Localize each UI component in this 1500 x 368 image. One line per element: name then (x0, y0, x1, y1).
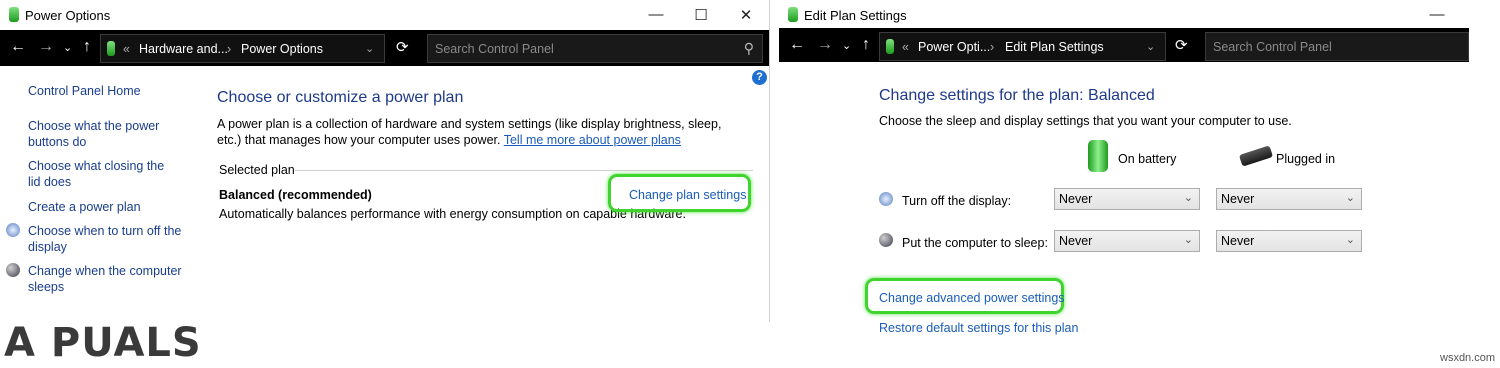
sleep-moon-icon (879, 233, 893, 247)
back-arrow-icon[interactable]: ← (10, 38, 26, 56)
battery-icon (9, 7, 19, 22)
crumb-sep: › (990, 40, 995, 54)
refresh-icon[interactable]: ⟳ (396, 38, 409, 56)
address-bar: ← → ⌄ ↑ « Power Opti... › Edit Plan Sett… (779, 28, 1469, 62)
minimize-icon[interactable]: — (1427, 6, 1447, 23)
crumb-hardware[interactable]: Hardware and... (139, 42, 228, 56)
crumb-sep: › (227, 42, 232, 56)
sidebar-control-panel-home[interactable]: Control Panel Home (28, 83, 188, 99)
title-bar: Power Options — ☐ ✕ (0, 0, 769, 30)
plan-description: A power plan is a collection of hardware… (217, 116, 747, 148)
display-battery-select[interactable]: Never ⌄ (1054, 188, 1200, 210)
display-plugged-select[interactable]: Never ⌄ (1216, 188, 1362, 210)
select-value: Never (1221, 192, 1255, 206)
select-value: Never (1059, 234, 1093, 248)
on-battery-label: On battery (1118, 152, 1177, 166)
appuals-logo: A PUALS (4, 320, 202, 366)
edit-plan-settings-window: Edit Plan Settings — ← → ⌄ ↑ « Power Opt… (779, 0, 1469, 368)
selected-plan-label: Selected plan (219, 163, 295, 177)
search-placeholder: Search Control Panel (1213, 40, 1332, 54)
chevron-down-icon: ⌄ (1345, 234, 1355, 246)
search-input[interactable]: Search Control Panel (1205, 32, 1469, 61)
recent-chevron-icon[interactable]: ⌄ (63, 41, 72, 54)
window-title: Power Options (25, 8, 111, 23)
select-value: Never (1059, 192, 1093, 206)
page-title: Choose or customize a power plan (217, 89, 464, 106)
crumb-edit-plan[interactable]: Edit Plan Settings (1005, 40, 1104, 54)
window-title: Edit Plan Settings (804, 8, 907, 23)
crumb-power-options[interactable]: Power Opti... (918, 40, 990, 54)
search-icon[interactable]: ⚲ (744, 40, 754, 57)
sidebar-power-buttons[interactable]: Choose what the power buttons do (28, 118, 168, 150)
battery-icon (788, 7, 798, 22)
battery-icon (1088, 140, 1108, 172)
sidebar-create-plan[interactable]: Create a power plan (28, 199, 188, 215)
sidebar-turn-off-display[interactable]: Choose when to turn off the display (28, 223, 183, 255)
forward-arrow-icon[interactable]: → (38, 38, 54, 56)
display-icon (6, 223, 20, 237)
help-icon[interactable]: ? (752, 70, 767, 85)
crumb-sep: « (123, 42, 130, 56)
display-icon (879, 192, 893, 206)
chevron-down-icon: ⌄ (1345, 192, 1355, 204)
address-bar: ← → ⌄ ↑ « Hardware and... › Power Option… (0, 30, 769, 66)
sleep-moon-icon (6, 263, 20, 277)
up-arrow-icon[interactable]: ↑ (83, 38, 91, 56)
divider (295, 170, 753, 171)
change-plan-settings-link[interactable]: Change plan settings (629, 187, 746, 203)
chevron-down-icon: ⌄ (1183, 234, 1193, 246)
chevron-down-icon[interactable]: ⌄ (365, 42, 374, 55)
up-arrow-icon[interactable]: ↑ (862, 36, 870, 54)
search-input[interactable]: Search Control Panel ⚲ (427, 34, 763, 63)
battery-icon (107, 41, 115, 56)
watermark: wsxdn.com (1440, 352, 1496, 364)
plug-icon (1238, 145, 1274, 167)
plan-name: Balanced (recommended) (219, 188, 372, 202)
minimize-icon[interactable]: — (646, 6, 666, 23)
crumb-sep: « (902, 40, 909, 54)
subheading: Choose the sleep and display settings th… (879, 114, 1292, 128)
back-arrow-icon[interactable]: ← (789, 36, 805, 54)
tell-me-more-link[interactable]: Tell me more about power plans (504, 133, 681, 147)
refresh-icon[interactable]: ⟳ (1175, 36, 1188, 54)
sleep-label: Put the computer to sleep: (902, 236, 1048, 250)
sleep-plugged-select[interactable]: Never ⌄ (1216, 230, 1362, 252)
sleep-battery-select[interactable]: Never ⌄ (1054, 230, 1200, 252)
close-icon[interactable]: ✕ (736, 6, 756, 24)
power-options-window: Power Options — ☐ ✕ ← → ⌄ ↑ « Hardware a… (0, 0, 770, 322)
change-advanced-settings-link[interactable]: Change advanced power settings (879, 290, 1065, 306)
battery-icon (886, 39, 894, 54)
breadcrumb[interactable]: « Power Opti... › Edit Plan Settings ⌄ (879, 32, 1166, 61)
page-title: Change settings for the plan: Balanced (879, 87, 1155, 104)
maximize-icon[interactable]: ☐ (691, 6, 711, 24)
title-bar: Edit Plan Settings — (779, 0, 1469, 30)
search-placeholder: Search Control Panel (435, 42, 554, 56)
chevron-down-icon: ⌄ (1183, 192, 1193, 204)
sidebar-closing-lid[interactable]: Choose what closing the lid does (28, 158, 178, 190)
restore-defaults-link[interactable]: Restore default settings for this plan (879, 320, 1078, 336)
crumb-power-options[interactable]: Power Options (241, 42, 323, 56)
chevron-down-icon[interactable]: ⌄ (1146, 40, 1155, 53)
recent-chevron-icon[interactable]: ⌄ (842, 39, 851, 52)
select-value: Never (1221, 234, 1255, 248)
plugged-in-label: Plugged in (1276, 152, 1336, 166)
turn-off-display-label: Turn off the display: (902, 194, 1012, 208)
forward-arrow-icon[interactable]: → (817, 36, 833, 54)
breadcrumb[interactable]: « Hardware and... › Power Options ⌄ (100, 34, 385, 63)
sidebar-computer-sleeps[interactable]: Change when the computer sleeps (28, 263, 183, 295)
